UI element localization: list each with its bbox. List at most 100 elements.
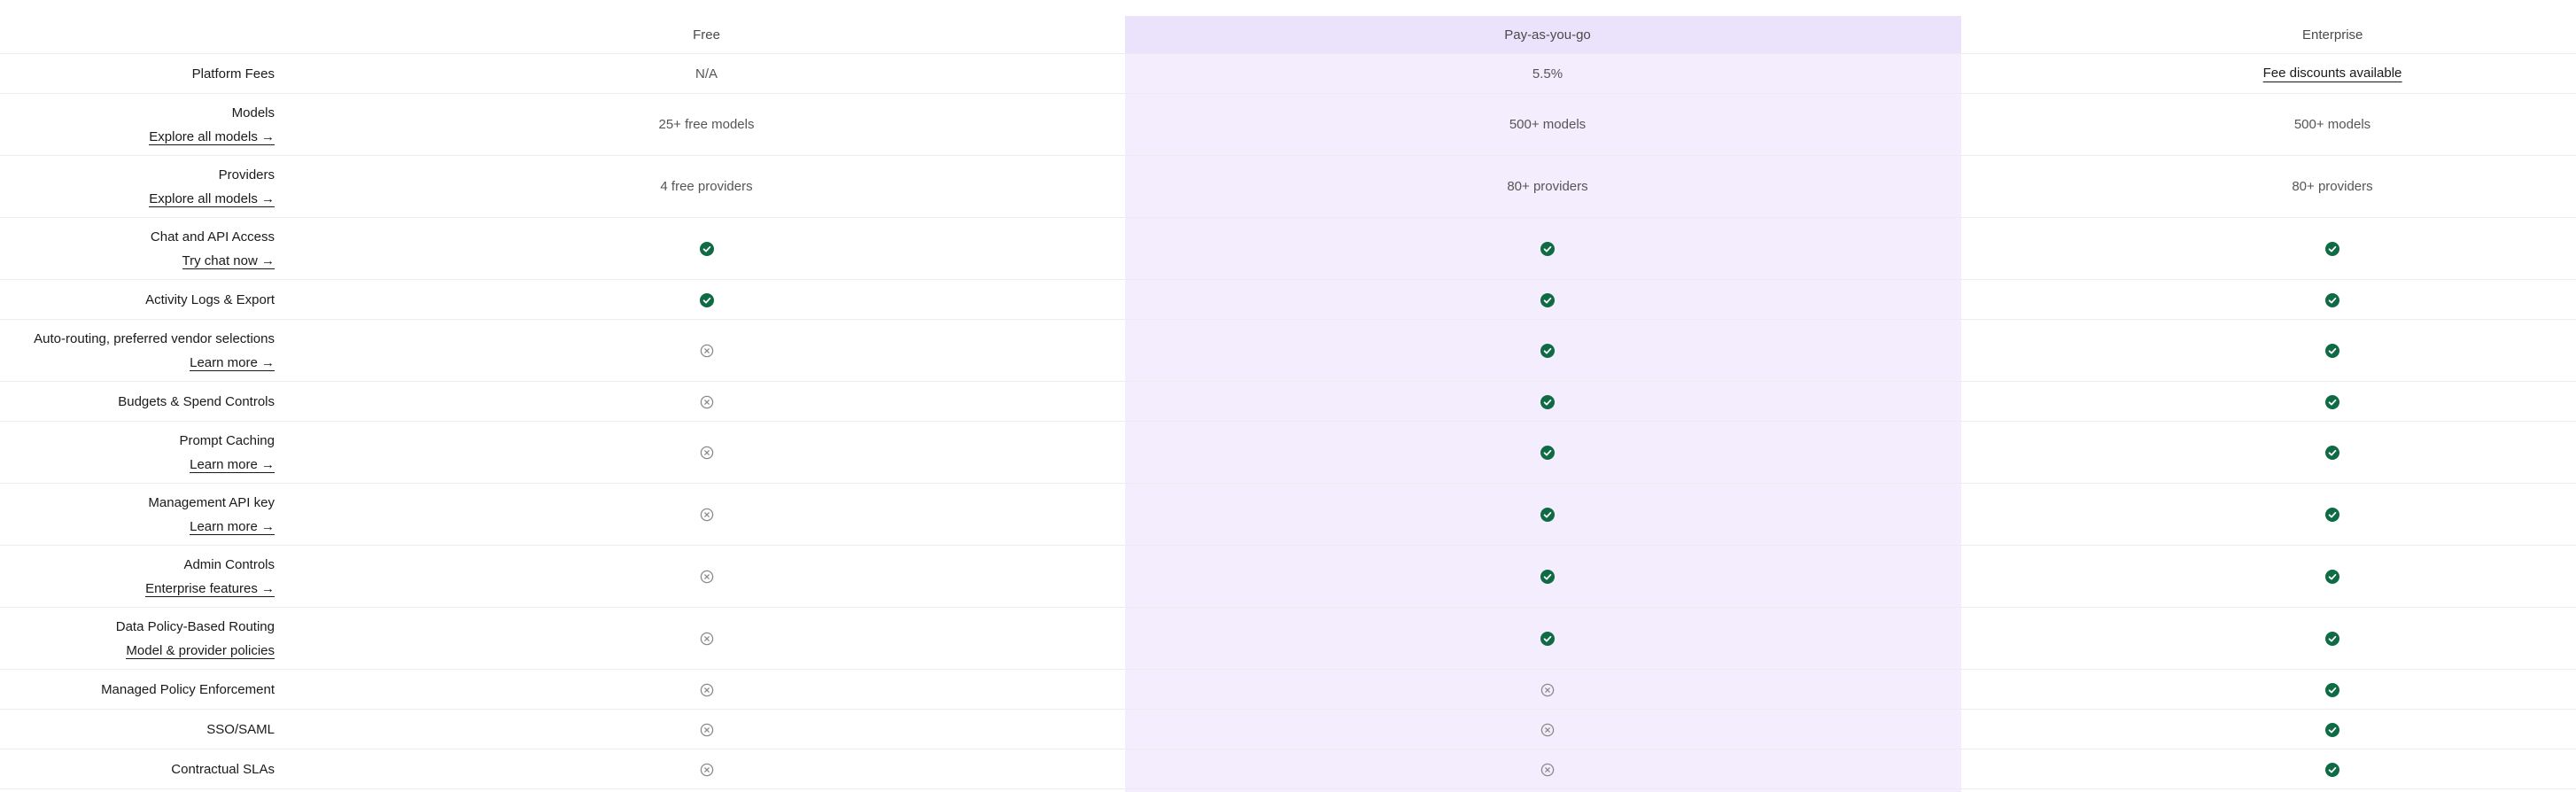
fee-discounts-link[interactable]: Fee discounts available	[2262, 66, 2402, 82]
value-cell-enterprise	[1966, 607, 2576, 670]
x-circle-icon	[1540, 683, 1555, 697]
value-cell-payg	[1129, 421, 1966, 484]
value-cell-payg: 5.5%	[1129, 53, 1966, 94]
table-row: Platform Fees N/A 5.5% Fee discounts availa…	[0, 53, 2576, 94]
value-cell-payg	[1129, 669, 1966, 710]
check-icon	[2325, 570, 2339, 585]
x-circle-icon	[700, 763, 714, 777]
x-circle-icon	[700, 446, 714, 460]
value-cell-payg	[1129, 381, 1966, 422]
check-icon	[2325, 762, 2339, 777]
feature-cell: SSO/SAML	[0, 709, 283, 749]
value-cell-payg: 500+ models	[1129, 93, 1966, 156]
feature-label: Chat and API Access	[150, 229, 275, 245]
value-cell-free	[283, 319, 1129, 382]
value-cell-payg	[1129, 545, 1966, 608]
table-row: Providers Explore all models → 4 free prov…	[0, 155, 2576, 218]
value-cell-free	[283, 483, 1129, 546]
feature-link[interactable]: Model & provider policies	[126, 643, 275, 659]
value-cell-enterprise: 80+ providers	[1966, 155, 2576, 218]
check-icon	[1540, 632, 1555, 647]
table-row: Data Policy-Based Routing Model & provide…	[0, 607, 2576, 670]
table-row: Management API key Learn more →	[0, 483, 2576, 546]
table-row: Contractual SLAs	[0, 749, 2576, 789]
check-icon	[699, 292, 714, 307]
feature-label: Data Policy-Based Routing	[115, 618, 275, 634]
value-cell-free: N/A	[283, 53, 1129, 94]
feature-cell: Budgets & Spend Controls	[0, 381, 283, 422]
value-cell-free	[283, 545, 1129, 608]
feature-label: Prompt Caching	[179, 432, 275, 448]
check-icon	[1540, 344, 1555, 359]
check-icon	[1540, 508, 1555, 523]
feature-cell: Auto-routing, preferred vendor selection…	[0, 319, 283, 382]
feature-label: Auto-routing, preferred vendor selection…	[34, 330, 275, 346]
value-cell-free: 25+ free models	[283, 93, 1129, 156]
x-circle-icon	[1540, 723, 1555, 737]
feature-link[interactable]: Learn more →	[190, 457, 275, 473]
check-icon	[2325, 394, 2339, 409]
check-icon	[2325, 344, 2339, 359]
feature-label: Activity Logs & Export	[145, 291, 275, 307]
x-circle-icon	[700, 632, 714, 646]
table-row: Budgets & Spend Controls	[0, 381, 2576, 422]
check-icon	[1540, 242, 1555, 257]
x-circle-icon	[1540, 763, 1555, 777]
plan-header-row: Free Pay-as-you-go Enterprise	[0, 16, 2576, 54]
check-icon	[1540, 394, 1555, 409]
value-text: 500+ models	[2293, 117, 2371, 132]
feature-label: Contractual SLAs	[171, 761, 275, 777]
value-cell-payg	[1129, 319, 1966, 382]
value-cell-payg	[1129, 217, 1966, 280]
value-text: 4 free providers	[660, 179, 753, 194]
check-icon	[2325, 632, 2339, 647]
feature-link[interactable]: Try chat now →	[182, 253, 275, 269]
feature-link[interactable]: Learn more →	[190, 519, 275, 535]
table-row: Managed Policy Enforcement	[0, 669, 2576, 710]
feature-label: Managed Policy Enforcement	[101, 681, 275, 697]
value-cell-payg	[1129, 709, 1966, 749]
feature-cell: Platform Fees	[0, 53, 283, 94]
feature-cell: Chat and API Access Try chat now →	[0, 217, 283, 280]
value-cell-enterprise: 500+ models	[1966, 93, 2576, 156]
value-cell-free	[283, 669, 1129, 710]
table-row: SSO/SAML	[0, 709, 2576, 749]
value-cell-enterprise	[1966, 421, 2576, 484]
value-cell-enterprise	[1966, 545, 2576, 608]
feature-cell: Models Explore all models →	[0, 93, 283, 156]
table-row: Prompt Caching Learn more →	[0, 421, 2576, 484]
feature-link[interactable]: Enterprise features →	[145, 581, 275, 597]
value-cell-enterprise	[1966, 217, 2576, 280]
feature-label: Budgets & Spend Controls	[118, 393, 275, 409]
value-cell-enterprise	[1966, 319, 2576, 382]
value-text: 80+ providers	[1507, 179, 1588, 194]
x-circle-icon	[700, 508, 714, 522]
feature-label: SSO/SAML	[206, 721, 275, 737]
feature-label: Management API key	[148, 494, 275, 510]
value-cell-enterprise	[1966, 669, 2576, 710]
check-icon	[2325, 446, 2339, 461]
value-cell-free	[283, 709, 1129, 749]
table-row: Admin Controls Enterprise features →	[0, 545, 2576, 608]
feature-link[interactable]: Explore all models →	[149, 129, 275, 145]
value-cell-enterprise	[1966, 749, 2576, 789]
table-row: Models Explore all models → 25+ free model…	[0, 93, 2576, 156]
value-cell-free	[283, 607, 1129, 670]
value-cell-enterprise	[1966, 381, 2576, 422]
value-cell-free	[283, 279, 1129, 320]
feature-link[interactable]: Explore all models →	[149, 191, 275, 207]
plan-header-enterprise-label: Enterprise	[2302, 27, 2363, 43]
value-cell-payg	[1129, 279, 1966, 320]
feature-label: Providers	[218, 167, 275, 182]
feature-cell: Management API key Learn more →	[0, 483, 283, 546]
check-icon	[699, 242, 714, 257]
feature-link[interactable]: Learn more →	[190, 355, 275, 371]
x-circle-icon	[700, 570, 714, 584]
feature-cell: Providers Explore all models →	[0, 155, 283, 218]
plan-header-payg: Pay-as-you-go	[1129, 16, 1966, 54]
x-circle-icon	[700, 683, 714, 697]
value-cell-free: 4 free providers	[283, 155, 1129, 218]
feature-cell: Activity Logs & Export	[0, 279, 283, 320]
pricing-comparison-table: Free Pay-as-you-go Enterprise Platform F…	[0, 16, 2576, 789]
table-row: Chat and API Access Try chat now →	[0, 217, 2576, 280]
